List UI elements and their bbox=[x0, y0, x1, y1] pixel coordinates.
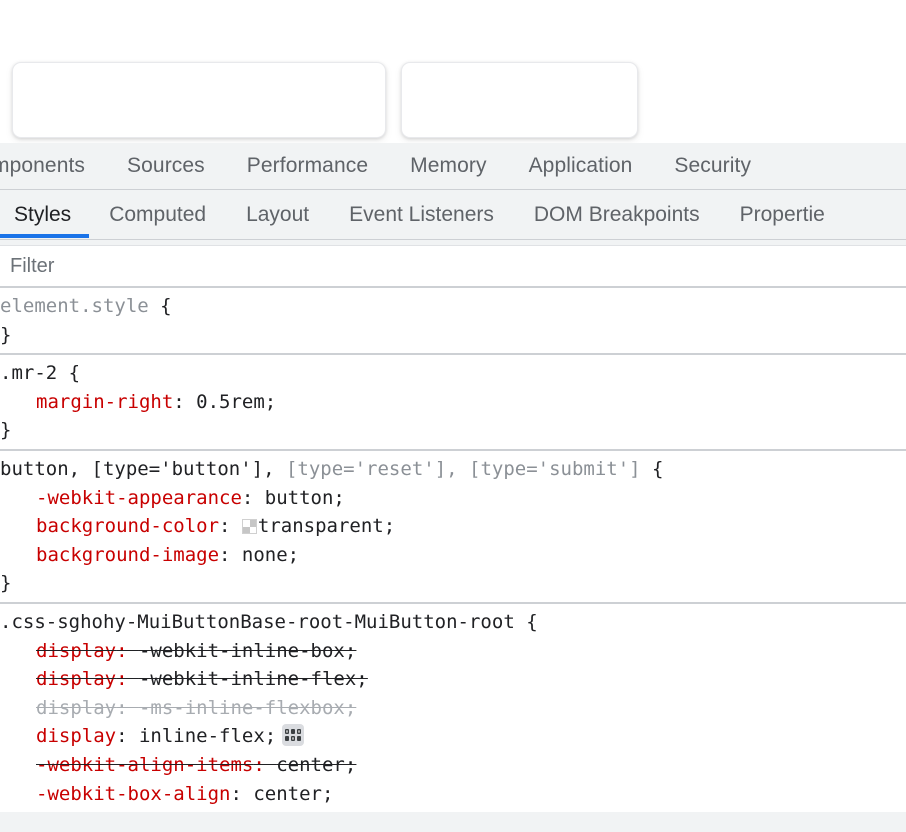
css-declaration-inactive[interactable]: -webkit-align-items: center; bbox=[0, 751, 906, 780]
tab-dom-breakpoints[interactable]: DOM Breakpoints bbox=[514, 191, 720, 238]
css-property-value[interactable]: center; bbox=[253, 783, 333, 805]
css-open-brace: { bbox=[57, 362, 81, 385]
css-property-value[interactable]: -webkit-inline-box; bbox=[139, 640, 356, 662]
css-colon: : bbox=[116, 696, 139, 719]
devtools-main-tabbar: mponents Sources Performance Memory Appl… bbox=[0, 143, 906, 190]
css-declaration[interactable]: margin-right: 0.5rem; bbox=[0, 388, 906, 417]
tab-security[interactable]: Security bbox=[653, 143, 772, 189]
css-declaration-unsupported[interactable]: display: -ms-inline-flexbox; bbox=[0, 694, 906, 723]
css-property-value[interactable]: 0.5rem; bbox=[196, 391, 276, 413]
card-left[interactable] bbox=[12, 62, 386, 138]
tab-layout[interactable]: Layout bbox=[226, 191, 329, 238]
css-declaration[interactable]: background-color: transparent; bbox=[0, 512, 906, 541]
tab-event-listeners[interactable]: Event Listeners bbox=[329, 191, 514, 238]
css-selector-matched[interactable]: button, [type='button'], bbox=[0, 458, 275, 480]
css-selector-line[interactable]: button, [type='button'], [type='reset'],… bbox=[0, 455, 906, 484]
css-colon: : bbox=[173, 390, 197, 413]
tab-application[interactable]: Application bbox=[508, 143, 654, 189]
css-declaration[interactable]: display: inline-flex; bbox=[0, 722, 906, 751]
css-declaration[interactable]: background-image: none; bbox=[0, 541, 906, 570]
css-declaration[interactable]: -webkit-appearance: button; bbox=[0, 484, 906, 513]
transparent-color-swatch-icon[interactable] bbox=[241, 519, 257, 535]
css-property-value[interactable]: button; bbox=[265, 487, 345, 509]
tab-performance[interactable]: Performance bbox=[226, 143, 389, 189]
css-colon: : bbox=[116, 725, 139, 748]
css-rule-mr-2[interactable]: .mr-2 { margin-right: 0.5rem; } bbox=[0, 355, 906, 451]
tab-styles[interactable]: Styles bbox=[0, 191, 90, 238]
css-close-brace: } bbox=[0, 323, 12, 346]
css-selector[interactable]: element.style bbox=[0, 295, 149, 317]
css-property-value[interactable]: none; bbox=[242, 544, 299, 566]
devtools-panel: mponents Sources Performance Memory Appl… bbox=[0, 143, 906, 832]
css-declaration-inactive[interactable]: display: -webkit-inline-box; bbox=[0, 637, 906, 666]
css-rule-element-style[interactable]: element.style { } bbox=[0, 288, 906, 356]
css-colon: : bbox=[230, 782, 254, 805]
css-rule-button-reset[interactable]: button, [type='button'], [type='reset'],… bbox=[0, 450, 906, 604]
styles-rule-list: element.style { } .mr-2 { margin-right: … bbox=[0, 288, 906, 813]
flexbox-editor-icon[interactable] bbox=[282, 724, 305, 747]
css-property-name[interactable]: background-color bbox=[36, 515, 219, 537]
tab-elements-components[interactable]: mponents bbox=[0, 143, 106, 189]
css-colon: : bbox=[116, 668, 139, 691]
css-colon: : bbox=[253, 753, 277, 776]
page-content-area bbox=[0, 0, 906, 143]
css-property-name[interactable]: display bbox=[36, 640, 116, 662]
css-property-name[interactable]: display bbox=[36, 668, 116, 690]
filter-input[interactable] bbox=[10, 254, 410, 278]
css-colon: : bbox=[241, 486, 265, 509]
css-property-value[interactable]: -ms-inline-flexbox; bbox=[139, 697, 356, 719]
css-close-brace: } bbox=[0, 572, 12, 595]
css-open-brace: { bbox=[148, 295, 172, 317]
css-rule-mui-button-root[interactable]: .css-sghohy-MuiButtonBase-root-MuiButton… bbox=[0, 603, 906, 813]
styles-filter-bar[interactable] bbox=[0, 246, 906, 288]
css-property-value[interactable]: transparent; bbox=[258, 515, 395, 537]
devtools-screenshot: mponents Sources Performance Memory Appl… bbox=[0, 0, 906, 832]
css-property-value[interactable]: -webkit-inline-flex; bbox=[139, 668, 368, 690]
css-property-name[interactable]: -webkit-align-items bbox=[36, 754, 253, 776]
css-property-value[interactable]: center; bbox=[276, 754, 356, 776]
tab-computed[interactable]: Computed bbox=[89, 191, 226, 238]
css-property-name[interactable]: display bbox=[36, 697, 116, 719]
css-selector[interactable]: .css-sghohy-MuiButtonBase-root-MuiButton… bbox=[0, 611, 515, 633]
css-colon: : bbox=[219, 515, 242, 538]
css-declaration-inactive[interactable]: display: -webkit-inline-flex; bbox=[0, 665, 906, 694]
css-colon: : bbox=[116, 639, 139, 662]
card-strip bbox=[12, 62, 638, 138]
css-open-brace: { bbox=[640, 457, 664, 480]
tab-sources[interactable]: Sources bbox=[106, 143, 226, 189]
css-property-name[interactable]: -webkit-box-align bbox=[36, 783, 230, 805]
css-close-brace: } bbox=[0, 419, 12, 442]
css-property-name[interactable]: background-image bbox=[36, 544, 219, 566]
css-open-brace: { bbox=[514, 610, 538, 633]
css-property-name[interactable]: display bbox=[36, 725, 116, 747]
devtools-sidebar-tabbar: Styles Computed Layout Event Listeners D… bbox=[0, 190, 906, 240]
css-selector-line[interactable]: .css-sghohy-MuiButtonBase-root-MuiButton… bbox=[0, 608, 906, 637]
card-right[interactable] bbox=[401, 62, 638, 138]
tab-memory[interactable]: Memory bbox=[389, 143, 507, 189]
css-selector-line[interactable]: element.style { bbox=[0, 292, 906, 321]
css-declaration[interactable]: -webkit-box-align: center; bbox=[0, 780, 906, 809]
css-property-value[interactable]: inline-flex; bbox=[139, 725, 276, 747]
css-selector-line[interactable]: .mr-2 { bbox=[0, 359, 906, 388]
css-colon: : bbox=[219, 543, 242, 566]
css-selector[interactable]: .mr-2 bbox=[0, 362, 57, 384]
css-property-name[interactable]: -webkit-appearance bbox=[36, 487, 242, 509]
tab-properties[interactable]: Propertie bbox=[720, 191, 845, 238]
css-selector-unmatched[interactable]: [type='reset'], [type='submit'] bbox=[275, 458, 641, 480]
css-property-name[interactable]: margin-right bbox=[36, 391, 173, 413]
